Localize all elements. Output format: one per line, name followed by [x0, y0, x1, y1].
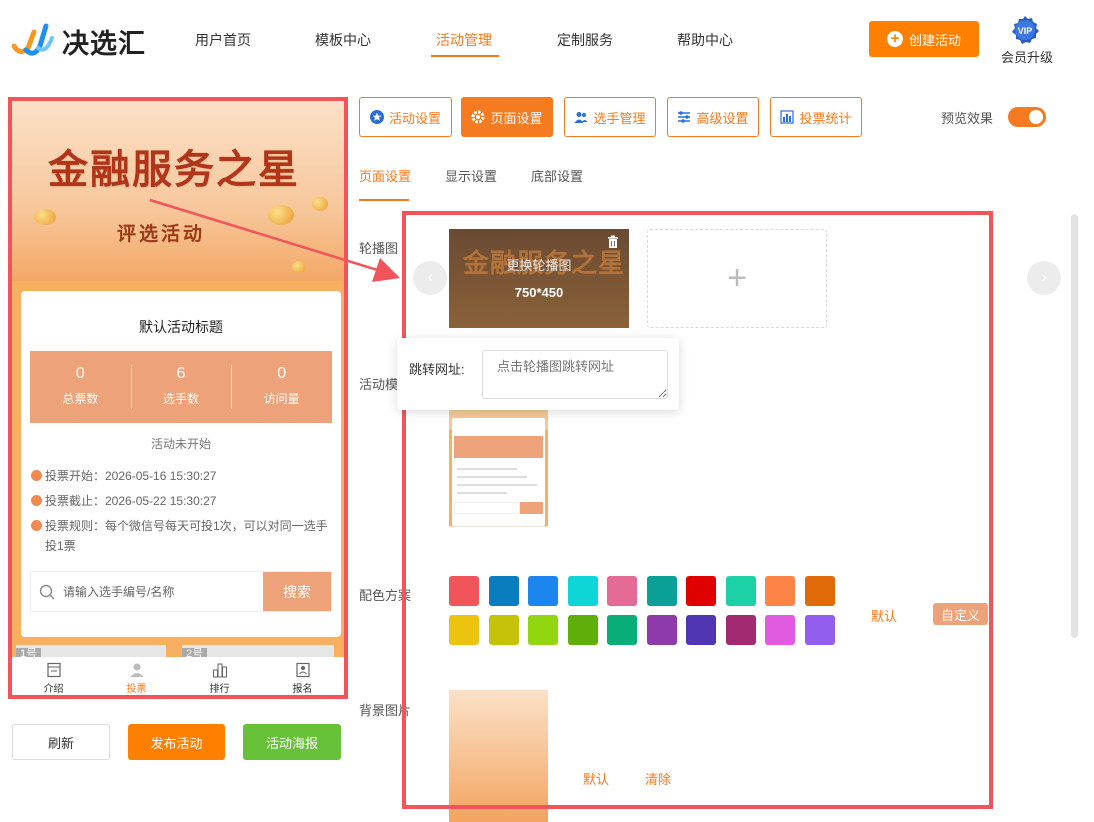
rank-icon — [212, 663, 227, 677]
activity-settings-button[interactable]: 活动设置 — [359, 97, 452, 137]
activity-status: 活动未开始 — [150, 437, 211, 451]
jump-url-input[interactable] — [482, 350, 668, 399]
subtab-footer-settings[interactable]: 底部设置 — [531, 166, 583, 185]
vip-badge-text: VIP — [1018, 26, 1033, 36]
coin-decoration — [312, 197, 328, 211]
gear-icon — [471, 110, 485, 124]
logo-text: 决选汇 — [62, 29, 146, 59]
top-header: 决选汇 用户首页 模板中心 活动管理 定制服务 帮助中心 + 创建活动 VIP … — [0, 0, 1094, 80]
coin-decoration — [268, 205, 294, 225]
jump-url-label: 跳转网址: — [409, 362, 465, 377]
coin-decoration — [34, 209, 56, 225]
users-icon — [574, 112, 588, 123]
jump-url-popover: 跳转网址: — [397, 338, 679, 410]
carousel-next-button[interactable]: › — [1027, 261, 1061, 295]
subtab-display-settings[interactable]: 显示设置 — [445, 166, 497, 185]
vip-badge-icon[interactable]: VIP — [1010, 15, 1040, 45]
nav-custom-service[interactable]: 定制服务 — [557, 30, 613, 50]
candidate-peek: 1号 — [16, 645, 166, 660]
signup-icon — [295, 662, 310, 677]
stats-bar: 0 总票数 6 选手数 0 访问量 — [30, 351, 332, 423]
preview-banner-subtitle: 评选活动 — [117, 223, 206, 245]
vote-end-row: 投票截止：2026-05-22 15:30:27 — [31, 491, 331, 511]
advanced-settings-button[interactable]: 高级设置 — [667, 97, 759, 137]
publish-activity-button[interactable]: 发布活动 — [128, 724, 225, 760]
nav-user-home[interactable]: 用户首页 — [195, 30, 251, 50]
nav-template-center[interactable]: 模板中心 — [315, 30, 371, 50]
nav-help-center[interactable]: 帮助中心 — [677, 30, 733, 50]
preview-tabbar: 介绍 投票 排行 报名 — [12, 657, 344, 695]
vote-rule-row: 投票规则：每个微信号每天可投1次，可以对同一选手投1票 — [31, 516, 331, 556]
vote-statistics-button[interactable]: 投票统计 — [770, 97, 862, 137]
logo-icon — [11, 23, 54, 56]
bar-chart-icon — [780, 110, 795, 124]
nav-activity-management[interactable]: 活动管理 — [436, 30, 492, 50]
tab-signup[interactable]: 报名 — [261, 657, 344, 695]
vote-icon — [130, 663, 143, 677]
activity-card: 默认活动标题 0 总票数 6 选手数 0 访问量 活动未开始 投票开始：2026… — [21, 291, 341, 637]
star-icon — [369, 110, 384, 124]
nav-active-underline — [431, 55, 499, 57]
plus-circle-icon: + — [886, 31, 903, 47]
sliders-icon — [678, 111, 691, 123]
create-activity-button[interactable]: + 创建活动 — [869, 21, 979, 57]
annotation-highlight-box — [402, 211, 993, 809]
vertical-scrollbar[interactable] — [1071, 214, 1078, 638]
search-icon — [39, 584, 55, 599]
tab-vote[interactable]: 投票 — [95, 657, 178, 695]
carousel-label: 轮播图 — [359, 241, 399, 256]
search-placeholder: 请输入选手编号/名称 — [63, 585, 175, 599]
vote-start-row: 投票开始：2026-05-16 15:30:27 — [31, 466, 331, 486]
candidate-search-input[interactable]: 请输入选手编号/名称 — [31, 572, 263, 611]
stat-visits: 0 访问量 — [231, 351, 332, 423]
preview-banner-title: 金融服务之星 — [48, 146, 300, 193]
stat-candidates: 6 选手数 — [130, 351, 232, 423]
intro-icon — [46, 662, 61, 677]
page-settings-button[interactable]: 页面设置 — [461, 97, 553, 137]
preview-effect-toggle[interactable] — [1008, 107, 1046, 127]
search-button[interactable]: 搜索 — [263, 572, 331, 611]
template-label: 活动模 — [359, 377, 399, 392]
vip-upgrade-label[interactable]: 会员升级 — [1001, 47, 1053, 66]
bullet-dot-icon — [31, 470, 42, 481]
tab-rank[interactable]: 排行 — [178, 657, 261, 695]
mobile-preview: 金融服务之星 评选活动 默认活动标题 0 总票数 6 选手数 0 访问量 活动未… — [8, 97, 348, 699]
activity-poster-button[interactable]: 活动海报 — [243, 724, 341, 760]
preview-effect-label: 预览效果 — [941, 111, 994, 126]
stat-total-votes: 0 总票数 — [62, 365, 99, 406]
subtab-page-settings[interactable]: 页面设置 — [359, 166, 411, 185]
preview-banner: 金融服务之星 评选活动 — [12, 101, 344, 281]
activity-title: 默认活动标题 — [139, 319, 223, 335]
subtab-active-underline — [359, 199, 409, 201]
bullet-dot-icon — [31, 495, 42, 506]
coin-decoration — [292, 261, 306, 273]
bullet-dot-icon — [31, 520, 42, 531]
candidate-management-button[interactable]: 选手管理 — [564, 97, 656, 137]
create-activity-label: 创建活动 — [908, 32, 961, 48]
candidate-peek: 2号 — [182, 645, 334, 660]
candidate-search: 请输入选手编号/名称 搜索 — [30, 571, 332, 612]
refresh-button[interactable]: 刷新 — [12, 724, 110, 760]
tab-intro[interactable]: 介绍 — [12, 657, 95, 695]
